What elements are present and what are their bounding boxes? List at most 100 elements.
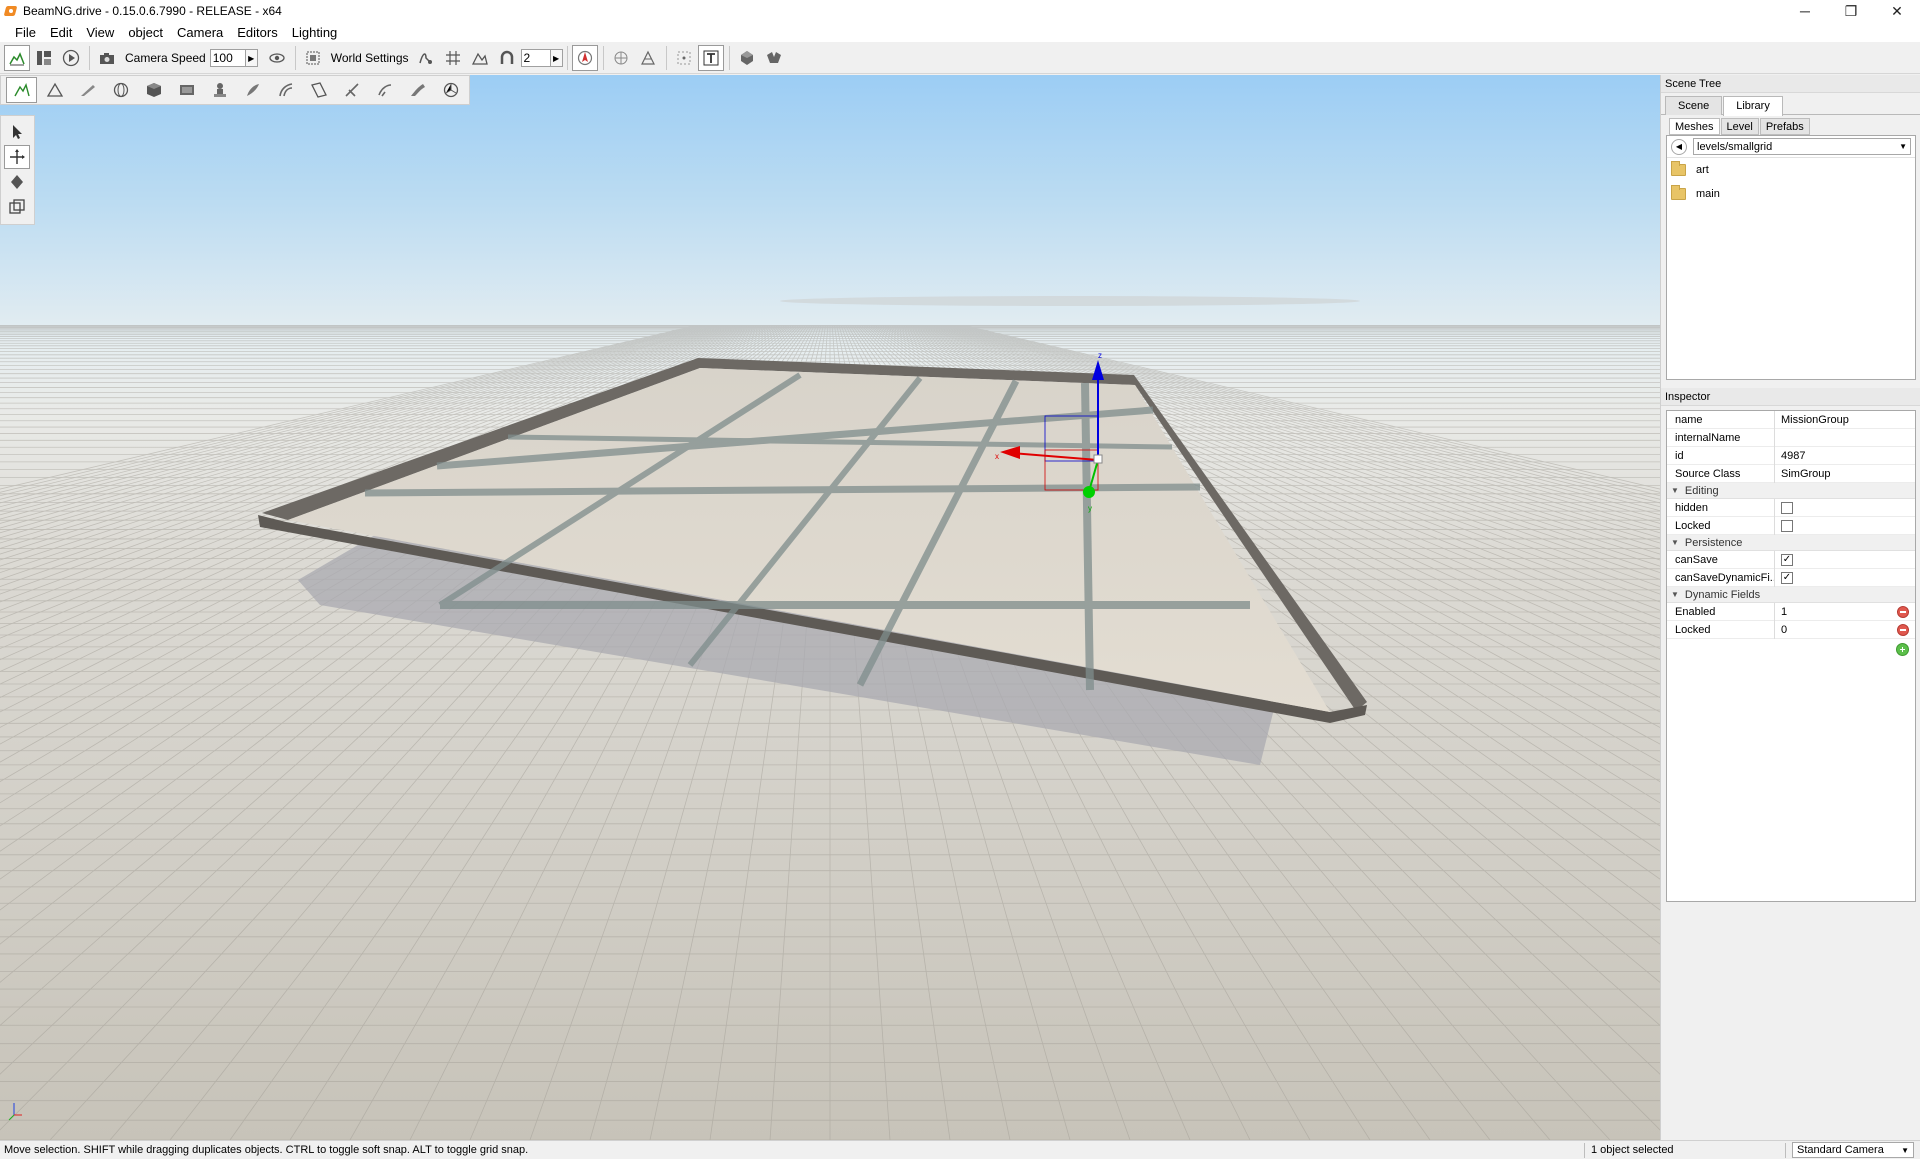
- scene-viewport[interactable]: z x y: [0, 75, 1660, 1140]
- forest-brush-icon[interactable]: [237, 77, 268, 103]
- magnet-snap-icon[interactable]: [494, 45, 520, 71]
- menu-object[interactable]: object: [121, 25, 170, 40]
- name-field[interactable]: MissionGroup: [1775, 411, 1915, 429]
- snap-to-object-icon[interactable]: [413, 45, 439, 71]
- locked-checkbox[interactable]: [1781, 519, 1793, 532]
- move-tool-icon[interactable]: [4, 145, 30, 169]
- scene-tree-tabs: Scene Library: [1661, 93, 1920, 116]
- minimize-button[interactable]: ─: [1782, 0, 1828, 22]
- object-center-icon[interactable]: [571, 45, 598, 71]
- grid-size-spin-icon[interactable]: ▶: [550, 49, 563, 67]
- enabled-field[interactable]: 1: [1781, 606, 1787, 618]
- camera-mode-select[interactable]: Standard Camera ▼: [1792, 1142, 1914, 1158]
- add-field-icon[interactable]: [1896, 643, 1909, 656]
- decal-road-icon[interactable]: [303, 77, 334, 103]
- toolbar-separator: [602, 46, 604, 70]
- prefab-tools-icon[interactable]: [761, 45, 787, 71]
- tab-library[interactable]: Library: [1723, 96, 1783, 116]
- distant-haze: [780, 296, 1360, 306]
- status-hint: Move selection. SHIFT while dragging dup…: [4, 1144, 529, 1156]
- grid-size-input[interactable]: 2: [520, 49, 551, 67]
- menu-camera[interactable]: Camera: [170, 25, 230, 40]
- menu-view[interactable]: View: [79, 25, 121, 40]
- collapse-triangle-icon: ▼: [1671, 485, 1679, 495]
- field-key: Source Class: [1667, 464, 1775, 483]
- object-creation-toolbar: [0, 75, 470, 105]
- scene-tree-title: Scene Tree: [1661, 75, 1920, 93]
- menu-edit[interactable]: Edit: [43, 25, 79, 40]
- terrain-snap-icon[interactable]: [467, 45, 493, 71]
- water-plane-icon[interactable]: [402, 77, 433, 103]
- section-title: Editing: [1684, 484, 1719, 497]
- road-icon[interactable]: [270, 77, 301, 103]
- sky-box-icon[interactable]: [171, 77, 202, 103]
- table-row: Source Class SimGroup: [1667, 464, 1915, 483]
- cansave-dynamic-fields-checkbox[interactable]: ✓: [1781, 571, 1793, 584]
- section-persistence[interactable]: ▼ Persistence: [1667, 535, 1915, 551]
- select-arrow-icon[interactable]: [4, 120, 30, 144]
- menu-editors[interactable]: Editors: [230, 25, 284, 40]
- gui-editor-icon[interactable]: [31, 45, 57, 71]
- camera-speed-label: Camera Speed: [125, 51, 206, 65]
- terrain-block-icon[interactable]: [39, 77, 70, 103]
- viewport-render[interactable]: z x y: [0, 75, 1660, 1140]
- menu-file[interactable]: File: [8, 25, 43, 40]
- fit-selection-icon[interactable]: [300, 45, 326, 71]
- list-item[interactable]: main: [1667, 182, 1915, 206]
- hidden-checkbox[interactable]: [1781, 501, 1793, 514]
- internal-name-field[interactable]: [1775, 429, 1915, 447]
- select-bounds-icon[interactable]: [671, 45, 697, 71]
- play-game-icon[interactable]: [58, 45, 84, 71]
- terrain-painter-icon[interactable]: [6, 77, 37, 103]
- locked-field[interactable]: 0: [1781, 624, 1787, 636]
- close-button[interactable]: ✕: [1874, 0, 1920, 22]
- toolbar-separator: [728, 46, 730, 70]
- world-settings-label[interactable]: World Settings: [331, 51, 409, 65]
- scale-tool-icon[interactable]: [4, 195, 30, 219]
- folder-icon: [1671, 161, 1686, 176]
- menu-lighting[interactable]: Lighting: [285, 25, 345, 40]
- text-labels-icon[interactable]: [697, 45, 724, 71]
- mesh-road-icon[interactable]: [369, 77, 400, 103]
- sky-sphere-icon[interactable]: [105, 77, 136, 103]
- status-separator: [1785, 1142, 1786, 1158]
- world-transform-icon[interactable]: [608, 45, 634, 71]
- section-dynamic-fields[interactable]: ▼ Dynamic Fields: [1667, 587, 1915, 603]
- grid-snap-icon[interactable]: [440, 45, 466, 71]
- gizmo-y-label: y: [1088, 504, 1092, 513]
- gizmo-center[interactable]: [1093, 454, 1103, 464]
- drop-at-icon[interactable]: [734, 45, 760, 71]
- table-row: canSaveDynamicFi... ✓: [1667, 568, 1915, 587]
- rotate-tool-icon[interactable]: [4, 170, 30, 194]
- maximize-button[interactable]: ❐: [1828, 0, 1874, 22]
- spawn-point-icon[interactable]: [204, 77, 235, 103]
- visibility-eye-icon[interactable]: [264, 45, 290, 71]
- subtab-meshes[interactable]: Meshes: [1669, 118, 1720, 135]
- remove-field-icon[interactable]: [1897, 623, 1909, 636]
- library-path-row: ◀ levels/smallgrid ▼: [1667, 136, 1915, 158]
- subtab-level[interactable]: Level: [1720, 118, 1759, 135]
- collapse-triangle-icon: ▼: [1671, 537, 1679, 547]
- remove-field-icon[interactable]: [1897, 605, 1909, 618]
- section-title: Dynamic Fields: [1684, 588, 1761, 601]
- camera-speed-spin-icon[interactable]: ▶: [245, 49, 258, 67]
- camera-speed-input[interactable]: 100: [209, 49, 246, 67]
- ground-plane-icon[interactable]: [72, 77, 103, 103]
- physics-material-icon[interactable]: [435, 77, 466, 103]
- river-icon[interactable]: [336, 77, 367, 103]
- object-transform-icon[interactable]: [635, 45, 661, 71]
- tsstatic-cube-icon[interactable]: [138, 77, 169, 103]
- tab-scene[interactable]: Scene: [1665, 96, 1723, 115]
- back-arrow-icon[interactable]: ◀: [1671, 138, 1687, 155]
- subtab-prefabs[interactable]: Prefabs: [1759, 118, 1810, 135]
- toolbar-separator: [89, 46, 90, 70]
- add-field-row: [1667, 639, 1915, 661]
- list-item[interactable]: art: [1667, 158, 1915, 182]
- cansave-checkbox[interactable]: ✓: [1781, 553, 1793, 566]
- world-editor-mode-icon[interactable]: [4, 45, 30, 71]
- camera-icon[interactable]: [94, 45, 120, 71]
- gizmo-y-handle[interactable]: [1083, 486, 1095, 498]
- library-path-select[interactable]: levels/smallgrid ▼: [1693, 138, 1911, 155]
- library-path-value: levels/smallgrid: [1697, 140, 1773, 153]
- section-editing[interactable]: ▼ Editing: [1667, 483, 1915, 499]
